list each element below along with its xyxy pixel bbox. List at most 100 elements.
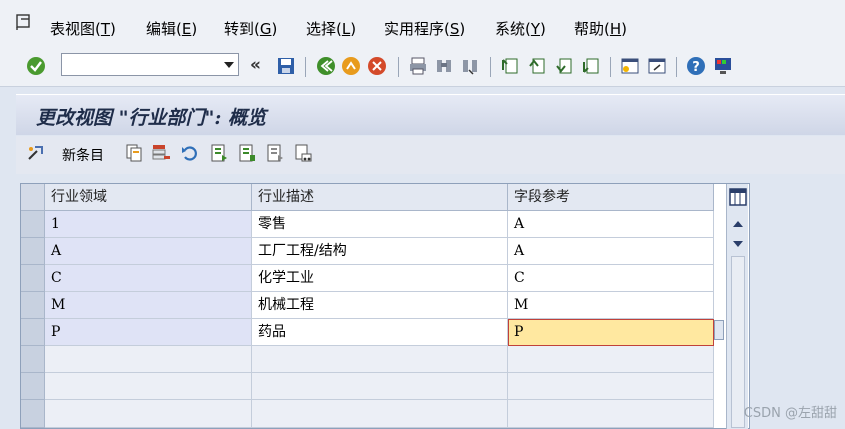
enter-check-icon[interactable]	[26, 56, 46, 76]
row-selector[interactable]	[21, 319, 45, 346]
menu-system-label: 系统(	[495, 20, 531, 38]
table-cell-description[interactable]: 工厂工程/结构	[252, 238, 508, 265]
empty-cell	[508, 373, 714, 400]
table-cell-sector: P	[45, 319, 252, 346]
table-cell-sector: 1	[45, 211, 252, 238]
find-icon[interactable]	[434, 56, 454, 76]
help-icon[interactable]: ?	[686, 56, 706, 76]
table-cell-field-ref[interactable]: M	[508, 292, 714, 319]
menu-utilities[interactable]: 实用程序(S)	[384, 18, 465, 39]
row-selector[interactable]	[21, 238, 45, 265]
table-cell-field-ref[interactable]: A	[508, 211, 714, 238]
toolbar-separator	[305, 57, 306, 77]
new-entries-button[interactable]: 新条目	[62, 145, 104, 165]
menu-utilities-key: S	[449, 20, 460, 38]
last-page-icon[interactable]	[581, 56, 601, 76]
menu-help-end: )	[621, 20, 627, 38]
menu-options-icon[interactable]	[14, 12, 34, 32]
row-selector[interactable]	[21, 400, 45, 428]
toolbar-separator	[676, 57, 677, 77]
table-cell-sector: M	[45, 292, 252, 319]
row-selector[interactable]	[21, 373, 45, 400]
page-title: 更改视图 "行业部门": 概览	[36, 107, 267, 129]
first-page-icon[interactable]	[500, 56, 520, 76]
print-icon[interactable]	[408, 56, 428, 76]
menu-edit[interactable]: 编辑(E)	[146, 18, 197, 39]
column-header-field-ref[interactable]: 字段参考	[508, 184, 714, 211]
command-field[interactable]	[61, 53, 239, 76]
transport-icon[interactable]	[293, 143, 313, 163]
menu-utilities-label: 实用程序(	[384, 20, 450, 38]
command-dropdown-icon[interactable]	[224, 62, 234, 68]
menu-goto-end: )	[271, 20, 278, 38]
undo-change-icon[interactable]	[180, 143, 200, 163]
table-cell-field-ref[interactable]: A	[508, 238, 714, 265]
customize-layout-icon[interactable]	[713, 56, 733, 76]
copy-as-icon[interactable]	[124, 143, 144, 163]
menu-selection-key: L	[341, 20, 351, 38]
empty-cell	[508, 400, 714, 428]
cancel-icon[interactable]	[367, 56, 387, 76]
value-help-button[interactable]	[714, 320, 724, 340]
application-toolbar: 新条目	[16, 136, 845, 174]
display-change-icon[interactable]	[26, 143, 46, 163]
row-selector[interactable]	[21, 265, 45, 292]
empty-cell	[45, 373, 252, 400]
table-cell-field-ref[interactable]: C	[508, 265, 714, 292]
empty-cell	[45, 346, 252, 373]
menu-help-label: 帮助(	[574, 20, 610, 38]
menu-edit-end: )	[191, 20, 198, 38]
create-session-icon[interactable]	[620, 56, 640, 76]
menu-goto[interactable]: 转到(G)	[224, 18, 277, 39]
row-selector[interactable]	[21, 211, 45, 238]
table-control: 行业领域 行业描述 字段参考 1 零售 A A 工厂工程/结构 A C 化学工业…	[20, 183, 750, 429]
table-vertical-scrollbar[interactable]	[726, 184, 748, 429]
next-page-icon[interactable]	[554, 56, 574, 76]
table-cell-sector: A	[45, 238, 252, 265]
scroll-up-icon[interactable]	[733, 221, 743, 227]
menu-goto-key: G	[259, 20, 272, 38]
table-cell-description[interactable]: 药品	[252, 319, 508, 346]
title-bar: 更改视图 "行业部门": 概览	[16, 94, 845, 135]
menu-table-view[interactable]: 表视图(T)	[50, 18, 116, 39]
save-icon[interactable]	[276, 56, 296, 76]
back-icon[interactable]	[316, 56, 336, 76]
deselect-all-icon[interactable]	[265, 143, 285, 163]
table-cell-field-ref-focused[interactable]: P	[508, 319, 714, 346]
find-next-icon[interactable]	[460, 56, 480, 76]
menu-goto-label: 转到(	[224, 20, 260, 38]
menu-system[interactable]: 系统(Y)	[495, 18, 546, 39]
menu-help-key: H	[609, 20, 622, 38]
table-cell-description[interactable]: 机械工程	[252, 292, 508, 319]
menu-utilities-end: )	[459, 20, 466, 38]
table-cell-sector: C	[45, 265, 252, 292]
menu-edit-key: E	[181, 20, 192, 38]
empty-cell	[45, 400, 252, 428]
row-selector[interactable]	[21, 346, 45, 373]
select-all-icon[interactable]	[209, 143, 229, 163]
column-header-sector[interactable]: 行业领域	[45, 184, 252, 211]
empty-cell	[252, 346, 508, 373]
menu-bar: 表视图(T) 编辑(E) 转到(G) 选择(L) 实用程序(S) 系统(Y) 帮…	[0, 0, 845, 48]
menu-help[interactable]: 帮助(H)	[574, 18, 627, 39]
delete-icon[interactable]	[151, 143, 171, 163]
empty-cell	[252, 373, 508, 400]
menu-system-end: )	[540, 20, 546, 38]
menu-selection-end: )	[350, 20, 357, 38]
table-cell-description[interactable]: 化学工业	[252, 265, 508, 292]
table-cell-description[interactable]: 零售	[252, 211, 508, 238]
select-all-column-cell[interactable]	[21, 184, 45, 211]
back-arrows-icon[interactable]: «	[250, 55, 261, 75]
scroll-down-icon[interactable]	[733, 241, 743, 247]
shortcut-icon[interactable]	[647, 56, 667, 76]
menu-selection[interactable]: 选择(L)	[306, 18, 356, 39]
exit-icon[interactable]	[341, 56, 361, 76]
row-selector[interactable]	[21, 292, 45, 319]
previous-page-icon[interactable]	[527, 56, 547, 76]
select-block-icon[interactable]	[237, 143, 257, 163]
column-header-description[interactable]: 行业描述	[252, 184, 508, 211]
column-config-icon[interactable]	[729, 188, 747, 206]
empty-cell	[252, 400, 508, 428]
toolbar-separator	[398, 57, 399, 77]
menu-system-key: Y	[530, 20, 541, 38]
